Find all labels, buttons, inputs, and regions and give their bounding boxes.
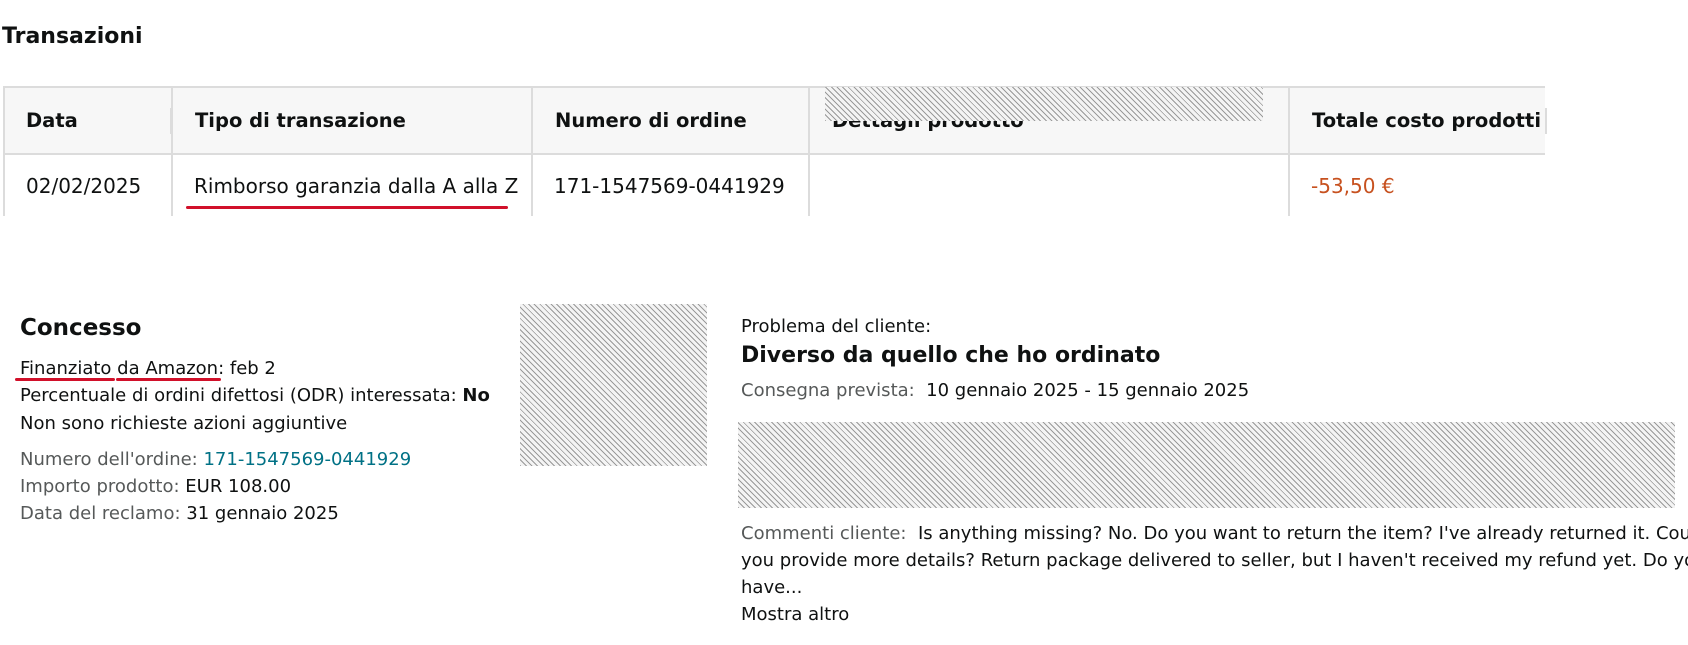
row-date: 02/02/2025 [26, 174, 142, 198]
odr-value: No [462, 385, 490, 406]
row-order-number[interactable]: 171-1547569-0441929 [554, 155, 785, 218]
transactions-title: Transazioni [2, 24, 143, 49]
expected-delivery-value: 10 gennaio 2025 - 15 gennaio 2025 [926, 380, 1250, 401]
order-number-line: Numero dell'ordine: 171-1547569-0441929 [20, 447, 411, 473]
column-divider [531, 88, 533, 216]
product-amount-value: EUR 108.00 [185, 476, 292, 497]
annotation-underline [116, 378, 221, 381]
customer-comments-label: Commenti cliente: [741, 523, 907, 544]
column-divider [808, 88, 810, 216]
redacted-block [738, 422, 1675, 508]
funded-value: feb 2 [224, 358, 276, 379]
odr-line: Percentuale di ordini difettosi (ODR) in… [20, 383, 490, 409]
expected-delivery-line: Consegna prevista: 10 gennaio 2025 - 15 … [741, 378, 1676, 404]
customer-problem-label: Problema del cliente: [741, 316, 932, 337]
column-resize-handle[interactable] [1545, 108, 1547, 134]
product-amount-line: Importo prodotto: EUR 108.00 [20, 474, 291, 500]
order-number-label: Numero dell'ordine: [20, 449, 204, 470]
header-order-number[interactable]: Numero di ordine [555, 88, 747, 153]
annotation-underline [15, 378, 115, 381]
column-divider [171, 88, 173, 216]
expected-delivery-label: Consegna prevista: [741, 380, 915, 401]
annotation-underline [186, 206, 508, 209]
redacted-product-details [825, 87, 1263, 121]
claim-status: Concesso [20, 315, 142, 341]
funded-label: Finanziato da Amazon: [20, 358, 225, 379]
header-date[interactable]: Data [26, 88, 78, 153]
customer-comments-line-2: you provide more details? Return package… [741, 550, 1688, 571]
claim-date-value: 31 gennaio 2025 [186, 503, 339, 524]
show-more-link[interactable]: Mostra altro [741, 602, 849, 628]
order-number-link[interactable]: 171-1547569-0441929 [203, 449, 411, 470]
no-action-text: Non sono richieste azioni aggiuntive [20, 413, 348, 434]
product-amount-label: Importo prodotto: [20, 476, 186, 497]
row-total-cost: -53,50 € [1311, 174, 1395, 198]
redacted-image [520, 304, 707, 466]
customer-problem: Diverso da quello che ho ordinato [741, 343, 1161, 368]
column-divider [1288, 88, 1290, 216]
customer-comments-line-3: have... [741, 577, 803, 598]
transactions-table: Data Tipo di transazione Numero di ordin… [3, 86, 1547, 218]
claim-date-line: Data del reclamo: 31 gennaio 2025 [20, 501, 339, 527]
claim-date-label: Data del reclamo: [20, 503, 187, 524]
customer-comments-text: Is anything missing? No. Do you want to … [917, 523, 1688, 544]
header-total-cost[interactable]: Totale costo prodotti [1312, 88, 1541, 153]
odr-label: Percentuale di ordini difettosi (ODR) in… [20, 385, 463, 406]
customer-comments-line-1: Commenti cliente: Is anything missing? N… [741, 521, 1688, 547]
header-transaction-type[interactable]: Tipo di transazione [195, 88, 406, 153]
